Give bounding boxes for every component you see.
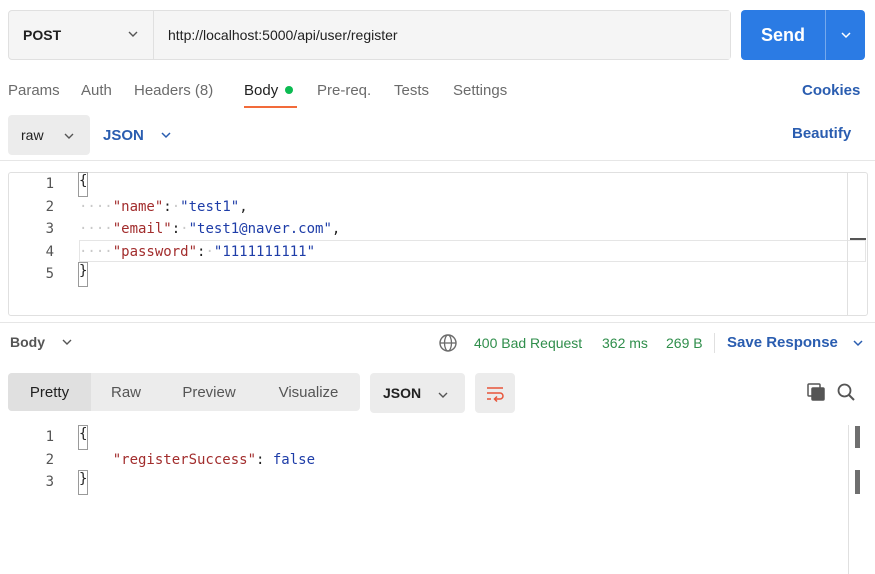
chevron-down-icon (62, 339, 72, 345)
response-code: 1{ 2 "registerSuccess": false 3} (8, 425, 316, 495)
response-scrollbar-track[interactable] (848, 425, 849, 574)
tab-auth[interactable]: Auth (81, 80, 112, 102)
active-tab-underline (244, 106, 297, 108)
body-mode-select[interactable]: raw (8, 115, 90, 155)
json-value: "test1@naver.com" (188, 221, 332, 237)
body-mode-label: raw (21, 127, 44, 143)
tab-headers[interactable]: Headers (8) (134, 80, 213, 102)
divider (0, 322, 875, 323)
wrap-lines-button[interactable] (475, 373, 515, 413)
response-view-tabs: Pretty Raw Preview Visualize (8, 373, 360, 411)
divider (0, 160, 875, 161)
method-label: POST (23, 27, 62, 43)
json-value: false (272, 451, 316, 468)
send-label: Send (760, 24, 805, 45)
tab-tests[interactable]: Tests (394, 80, 429, 102)
response-scroll-marker (855, 426, 860, 448)
json-key: "name" (112, 198, 164, 215)
tab-prereq[interactable]: Pre-req. (317, 80, 371, 102)
chevron-down-icon (853, 339, 863, 346)
line-number: 5 (45, 266, 54, 282)
response-language-select[interactable]: JSON (370, 373, 465, 413)
editor-scrollbar-track[interactable] (847, 173, 848, 315)
tab-body[interactable]: Body (244, 80, 294, 102)
open-brace: { (77, 172, 89, 197)
response-section-label: Body (10, 334, 45, 350)
editor-scroll-marker (850, 238, 866, 240)
json-value: "test1" (180, 198, 240, 215)
chevron-down-icon (438, 392, 448, 398)
json-key: "registerSuccess" (112, 451, 257, 468)
send-button[interactable]: Send (741, 10, 865, 60)
json-comma: , (331, 221, 341, 237)
cookies-link[interactable]: Cookies (802, 80, 860, 102)
line-number: 4 (45, 243, 54, 260)
body-language-select[interactable]: JSON (103, 115, 172, 155)
response-scroll-marker (855, 470, 860, 494)
chevron-down-icon (64, 133, 74, 139)
line-number: 3 (45, 474, 54, 490)
save-response-label: Save Response (727, 334, 838, 351)
beautify-link[interactable]: Beautify (792, 125, 851, 142)
response-section-select[interactable]: Body (10, 334, 73, 350)
save-response-button[interactable]: Save Response (727, 334, 864, 351)
chevron-down-icon (161, 132, 171, 139)
body-language-label: JSON (103, 126, 144, 144)
open-brace: { (77, 425, 89, 450)
method-select[interactable]: POST (9, 11, 154, 59)
search-icon[interactable] (836, 382, 856, 402)
line-number: 3 (45, 221, 54, 237)
json-comma: , (239, 198, 248, 215)
chevron-down-icon (128, 31, 138, 37)
status-code[interactable]: 400 Bad Request (474, 335, 582, 351)
send-options-button[interactable] (826, 10, 865, 60)
line-number: 2 (45, 451, 54, 468)
tab-pretty[interactable]: Pretty (8, 373, 91, 411)
json-value: "1111111111" (213, 243, 316, 260)
line-number: 2 (45, 198, 54, 215)
json-key: "password" (112, 243, 198, 260)
tab-body-label: Body (244, 82, 279, 99)
chevron-down-icon (840, 32, 851, 39)
response-size[interactable]: 269 B (666, 335, 703, 351)
request-bar: POST http://localhost:5000/api/user/regi… (8, 10, 731, 60)
body-indicator-dot (285, 86, 294, 94)
url-input[interactable]: http://localhost:5000/api/user/register (154, 11, 730, 59)
tab-params[interactable]: Params (8, 80, 60, 102)
copy-icon[interactable] (806, 382, 826, 402)
json-key: "email" (112, 221, 172, 237)
tab-visualize[interactable]: Visualize (257, 373, 360, 411)
globe-icon[interactable] (438, 333, 458, 353)
tab-settings[interactable]: Settings (453, 80, 507, 102)
response-time[interactable]: 362 ms (602, 335, 648, 351)
line-number: 1 (45, 429, 54, 445)
line-number: 1 (45, 176, 54, 192)
tab-preview[interactable]: Preview (161, 373, 257, 411)
wrap-lines-icon (487, 387, 504, 403)
close-brace: } (77, 470, 89, 495)
close-brace: } (77, 262, 89, 287)
tab-raw[interactable]: Raw (91, 373, 161, 411)
divider (714, 333, 715, 353)
request-code: 1{ 2 ····"name":·"test1", 3 ····"email":·"… (8, 172, 341, 287)
response-language-label: JSON (383, 385, 422, 401)
